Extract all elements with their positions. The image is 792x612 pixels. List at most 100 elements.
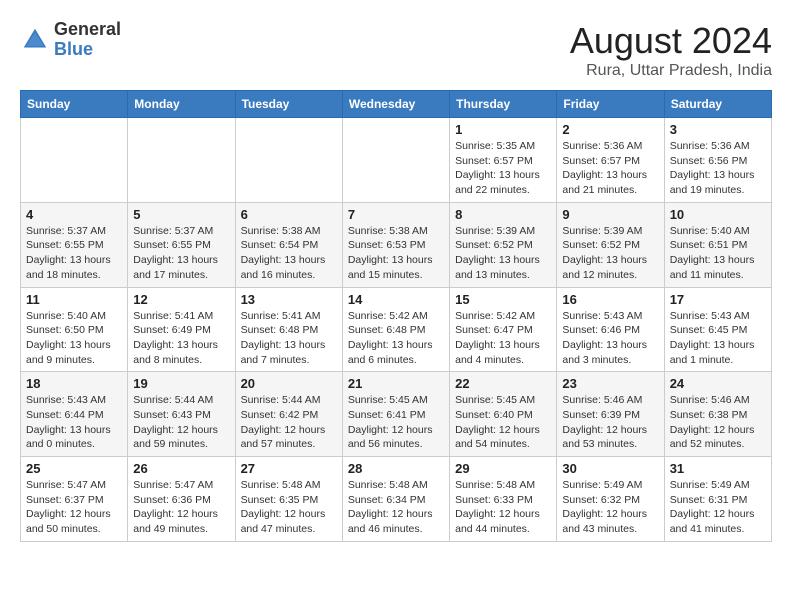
calendar-cell — [21, 118, 128, 203]
day-info: Sunrise: 5:42 AM Sunset: 6:48 PM Dayligh… — [348, 309, 444, 368]
day-number: 13 — [241, 292, 337, 307]
calendar-cell: 2Sunrise: 5:36 AM Sunset: 6:57 PM Daylig… — [557, 118, 664, 203]
calendar-cell: 27Sunrise: 5:48 AM Sunset: 6:35 PM Dayli… — [235, 457, 342, 542]
day-info: Sunrise: 5:42 AM Sunset: 6:47 PM Dayligh… — [455, 309, 551, 368]
day-info: Sunrise: 5:40 AM Sunset: 6:51 PM Dayligh… — [670, 224, 766, 283]
logo-text: General Blue — [54, 20, 121, 60]
day-number: 10 — [670, 207, 766, 222]
day-number: 4 — [26, 207, 122, 222]
day-info: Sunrise: 5:49 AM Sunset: 6:31 PM Dayligh… — [670, 478, 766, 537]
day-info: Sunrise: 5:37 AM Sunset: 6:55 PM Dayligh… — [133, 224, 229, 283]
day-info: Sunrise: 5:48 AM Sunset: 6:34 PM Dayligh… — [348, 478, 444, 537]
calendar-week-row: 1Sunrise: 5:35 AM Sunset: 6:57 PM Daylig… — [21, 118, 772, 203]
calendar-cell — [235, 118, 342, 203]
day-info: Sunrise: 5:39 AM Sunset: 6:52 PM Dayligh… — [455, 224, 551, 283]
day-info: Sunrise: 5:41 AM Sunset: 6:49 PM Dayligh… — [133, 309, 229, 368]
calendar-cell — [342, 118, 449, 203]
calendar-week-row: 25Sunrise: 5:47 AM Sunset: 6:37 PM Dayli… — [21, 457, 772, 542]
day-info: Sunrise: 5:37 AM Sunset: 6:55 PM Dayligh… — [26, 224, 122, 283]
day-info: Sunrise: 5:45 AM Sunset: 6:41 PM Dayligh… — [348, 393, 444, 452]
title-area: August 2024 Rura, Uttar Pradesh, India — [570, 20, 772, 80]
day-number: 16 — [562, 292, 658, 307]
day-number: 6 — [241, 207, 337, 222]
day-number: 2 — [562, 122, 658, 137]
weekday-header-monday: Monday — [128, 91, 235, 118]
calendar-cell: 30Sunrise: 5:49 AM Sunset: 6:32 PM Dayli… — [557, 457, 664, 542]
calendar-table: SundayMondayTuesdayWednesdayThursdayFrid… — [20, 90, 772, 542]
calendar-cell: 16 Sunrise: 5:43 AM Sunset: 6:46 PM Dayli… — [557, 287, 664, 372]
calendar-cell: 24Sunrise: 5:46 AM Sunset: 6:38 PM Dayli… — [664, 372, 771, 457]
day-info: Sunrise: 5:40 AM Sunset: 6:50 PM Dayligh… — [26, 309, 122, 368]
day-number: 20 — [241, 376, 337, 391]
day-number: 26 — [133, 461, 229, 476]
day-info: Sunrise: 5:43 AM Sunset: 6:46 PM Dayligh… — [562, 309, 658, 368]
day-info: Sunrise: 5:39 AM Sunset: 6:52 PM Dayligh… — [562, 224, 658, 283]
calendar-cell: 4 Sunrise: 5:37 AM Sunset: 6:55 PM Daylig… — [21, 202, 128, 287]
day-info: Sunrise: 5:44 AM Sunset: 6:43 PM Dayligh… — [133, 393, 229, 452]
weekday-header-saturday: Saturday — [664, 91, 771, 118]
day-info: Sunrise: 5:48 AM Sunset: 6:33 PM Dayligh… — [455, 478, 551, 537]
day-info: Sunrise: 5:44 AM Sunset: 6:42 PM Dayligh… — [241, 393, 337, 452]
calendar-cell: 5 Sunrise: 5:37 AM Sunset: 6:55 PM Daylig… — [128, 202, 235, 287]
day-number: 14 — [348, 292, 444, 307]
calendar-cell: 29 Sunrise: 5:48 AM Sunset: 6:33 PM Dayli… — [450, 457, 557, 542]
weekday-header-thursday: Thursday — [450, 91, 557, 118]
day-number: 17 — [670, 292, 766, 307]
day-number: 27 — [241, 461, 337, 476]
day-number: 12 — [133, 292, 229, 307]
day-number: 28 — [348, 461, 444, 476]
calendar-cell: 6 Sunrise: 5:38 AM Sunset: 6:54 PM Daylig… — [235, 202, 342, 287]
day-number: 21 — [348, 376, 444, 391]
day-number: 15 — [455, 292, 551, 307]
day-number: 19 — [133, 376, 229, 391]
calendar-week-row: 4 Sunrise: 5:37 AM Sunset: 6:55 PM Daylig… — [21, 202, 772, 287]
month-year-title: August 2024 — [570, 20, 772, 62]
calendar-cell: 7 Sunrise: 5:38 AM Sunset: 6:53 PM Daylig… — [342, 202, 449, 287]
weekday-header-tuesday: Tuesday — [235, 91, 342, 118]
calendar-cell: 14 Sunrise: 5:42 AM Sunset: 6:48 PM Dayli… — [342, 287, 449, 372]
logo-icon — [20, 25, 50, 55]
weekday-header-friday: Friday — [557, 91, 664, 118]
day-info: Sunrise: 5:41 AM Sunset: 6:48 PM Dayligh… — [241, 309, 337, 368]
weekday-header-sunday: Sunday — [21, 91, 128, 118]
day-info: Sunrise: 5:36 AM Sunset: 6:56 PM Dayligh… — [670, 139, 766, 198]
calendar-cell: 25Sunrise: 5:47 AM Sunset: 6:37 PM Dayli… — [21, 457, 128, 542]
calendar-cell: 12 Sunrise: 5:41 AM Sunset: 6:49 PM Dayli… — [128, 287, 235, 372]
day-number: 29 — [455, 461, 551, 476]
day-number: 9 — [562, 207, 658, 222]
day-number: 31 — [670, 461, 766, 476]
day-number: 22 — [455, 376, 551, 391]
calendar-cell: 20 Sunrise: 5:44 AM Sunset: 6:42 PM Dayli… — [235, 372, 342, 457]
day-number: 18 — [26, 376, 122, 391]
calendar-cell: 22 Sunrise: 5:45 AM Sunset: 6:40 PM Dayli… — [450, 372, 557, 457]
day-number: 7 — [348, 207, 444, 222]
day-number: 8 — [455, 207, 551, 222]
day-number: 5 — [133, 207, 229, 222]
page-header: General Blue August 2024 Rura, Uttar Pra… — [20, 20, 772, 80]
calendar-cell: 21 Sunrise: 5:45 AM Sunset: 6:41 PM Dayli… — [342, 372, 449, 457]
calendar-cell: 31 Sunrise: 5:49 AM Sunset: 6:31 PM Dayli… — [664, 457, 771, 542]
calendar-cell: 26Sunrise: 5:47 AM Sunset: 6:36 PM Dayli… — [128, 457, 235, 542]
day-info: Sunrise: 5:45 AM Sunset: 6:40 PM Dayligh… — [455, 393, 551, 452]
calendar-week-row: 18Sunrise: 5:43 AM Sunset: 6:44 PM Dayli… — [21, 372, 772, 457]
calendar-cell: 9 Sunrise: 5:39 AM Sunset: 6:52 PM Daylig… — [557, 202, 664, 287]
day-number: 23 — [562, 376, 658, 391]
calendar-cell: 3Sunrise: 5:36 AM Sunset: 6:56 PM Daylig… — [664, 118, 771, 203]
calendar-cell: 17Sunrise: 5:43 AM Sunset: 6:45 PM Dayli… — [664, 287, 771, 372]
calendar-cell: 11 Sunrise: 5:40 AM Sunset: 6:50 PM Dayli… — [21, 287, 128, 372]
calendar-cell: 15 Sunrise: 5:42 AM Sunset: 6:47 PM Dayli… — [450, 287, 557, 372]
weekday-header-wednesday: Wednesday — [342, 91, 449, 118]
day-number: 11 — [26, 292, 122, 307]
day-info: Sunrise: 5:38 AM Sunset: 6:54 PM Dayligh… — [241, 224, 337, 283]
day-info: Sunrise: 5:38 AM Sunset: 6:53 PM Dayligh… — [348, 224, 444, 283]
day-info: Sunrise: 5:35 AM Sunset: 6:57 PM Dayligh… — [455, 139, 551, 198]
day-info: Sunrise: 5:49 AM Sunset: 6:32 PM Dayligh… — [562, 478, 658, 537]
calendar-cell: 8 Sunrise: 5:39 AM Sunset: 6:52 PM Daylig… — [450, 202, 557, 287]
day-number: 24 — [670, 376, 766, 391]
calendar-cell: 10 Sunrise: 5:40 AM Sunset: 6:51 PM Dayli… — [664, 202, 771, 287]
day-info: Sunrise: 5:46 AM Sunset: 6:39 PM Dayligh… — [562, 393, 658, 452]
calendar-cell: 13 Sunrise: 5:41 AM Sunset: 6:48 PM Dayli… — [235, 287, 342, 372]
day-info: Sunrise: 5:47 AM Sunset: 6:37 PM Dayligh… — [26, 478, 122, 537]
calendar-cell: 1Sunrise: 5:35 AM Sunset: 6:57 PM Daylig… — [450, 118, 557, 203]
calendar-cell: 23 Sunrise: 5:46 AM Sunset: 6:39 PM Dayli… — [557, 372, 664, 457]
